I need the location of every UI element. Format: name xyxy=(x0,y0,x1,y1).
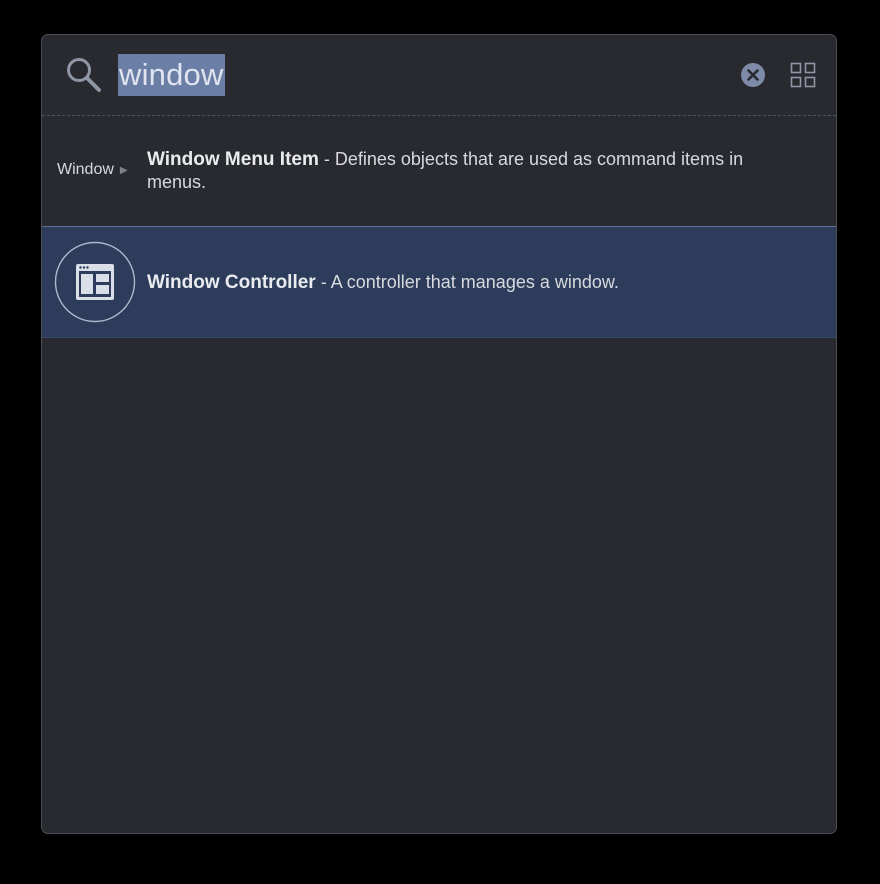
result-text: Window Menu Item - Defines objects that … xyxy=(147,148,787,194)
result-title: Window Controller xyxy=(147,272,316,293)
window-controller-icon xyxy=(54,241,136,323)
breadcrumb-arrow-icon: ▶ xyxy=(119,164,128,176)
result-text: Window Controller - A controller that ma… xyxy=(147,271,787,294)
result-window-menu-item[interactable]: Window ▶ Window Menu Item - Defines obje… xyxy=(42,116,836,226)
search-bar: window xyxy=(42,35,836,116)
search-input[interactable]: window xyxy=(118,54,225,96)
result-title: Window Menu Item xyxy=(147,149,319,170)
library-panel: window Window ▶ Window Menu Item - Defin… xyxy=(41,34,837,834)
result-separator: - xyxy=(315,272,331,292)
result-separator: - xyxy=(318,149,335,169)
breadcrumb-label: Window xyxy=(57,161,114,178)
search-query-text: window xyxy=(119,57,224,92)
clear-search-icon[interactable] xyxy=(740,62,766,88)
result-window-controller[interactable]: Window Controller - A controller that ma… xyxy=(42,226,836,338)
breadcrumb: Window ▶ xyxy=(57,161,128,179)
search-icon xyxy=(67,58,101,92)
grid-view-icon[interactable] xyxy=(790,62,816,88)
result-description: A controller that manages a window. xyxy=(330,272,619,292)
